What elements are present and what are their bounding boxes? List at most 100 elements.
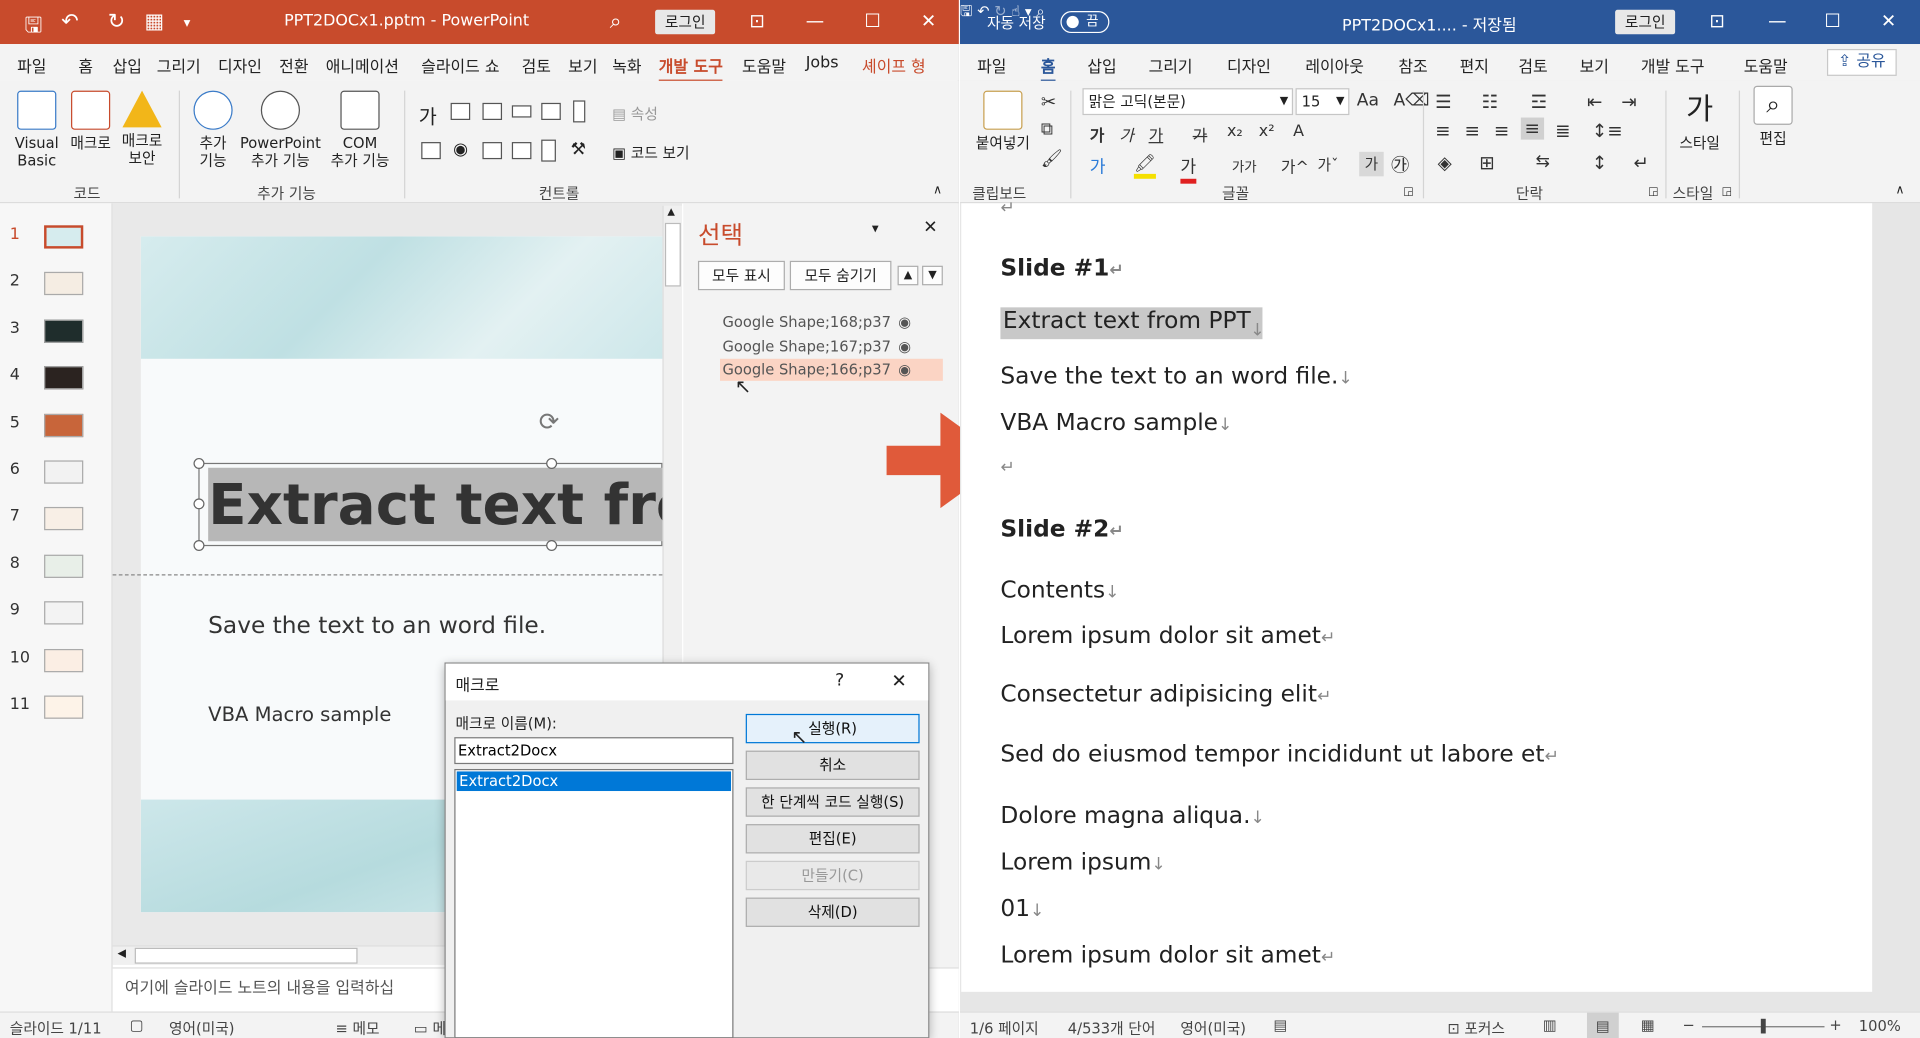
- zoom-out-icon[interactable]: −: [1682, 1016, 1694, 1033]
- properties-button[interactable]: ▤ 속성: [612, 103, 658, 124]
- change-case-icon[interactable]: Aa: [1357, 91, 1379, 111]
- format-painter-icon[interactable]: 🖌: [1041, 149, 1063, 169]
- collapse-ribbon-icon[interactable]: ∧: [1896, 184, 1905, 197]
- save-icon[interactable]: 🖫: [960, 2, 973, 19]
- decrease-indent-icon[interactable]: ⇤: [1587, 91, 1602, 113]
- tab-record[interactable]: 녹화: [612, 54, 641, 77]
- cut-icon[interactable]: ✂: [1041, 91, 1056, 113]
- step-into-button[interactable]: 한 단계씩 코드 실행(S): [745, 787, 920, 817]
- align-center-icon[interactable]: ≡: [1465, 120, 1480, 142]
- autosave-toggle[interactable]: 끔: [1060, 11, 1110, 34]
- tab-review[interactable]: 검토: [522, 54, 551, 77]
- slide-thumbnail[interactable]: [44, 507, 84, 531]
- doc-line[interactable]: VBA Macro sample↓: [1000, 409, 1232, 436]
- com-addins-button[interactable]: COM 추가 기능: [323, 90, 396, 169]
- checkbox-control-icon[interactable]: [421, 142, 441, 160]
- slide-thumbnail[interactable]: [44, 366, 84, 390]
- language-status[interactable]: 영어(미국): [169, 1018, 235, 1038]
- styles-dialog-icon[interactable]: ◲: [1722, 186, 1732, 198]
- label-control-icon[interactable]: 가: [419, 100, 437, 129]
- image-control-icon[interactable]: [541, 102, 561, 121]
- more-controls-icon[interactable]: ⚒: [571, 140, 586, 160]
- macro-security-button[interactable]: 매크로 보안: [115, 90, 169, 167]
- send-backward-icon[interactable]: ▼: [922, 265, 943, 286]
- tab-developer[interactable]: 개발 도구: [1641, 54, 1705, 77]
- align-left-icon[interactable]: ≡: [1435, 120, 1450, 142]
- tab-animations[interactable]: 애니메이션: [326, 54, 399, 77]
- highlight-icon[interactable]: 🖍: [1133, 154, 1156, 179]
- tab-help[interactable]: 도움말: [1744, 54, 1788, 77]
- eye-icon[interactable]: ◉: [898, 311, 911, 333]
- addins-button[interactable]: 추가 기능: [186, 90, 240, 169]
- pane-options-icon[interactable]: ▾: [872, 220, 879, 236]
- macro-button[interactable]: 매크로: [64, 90, 118, 152]
- button-control-icon[interactable]: [511, 105, 532, 118]
- tab-developer[interactable]: 개발 도구: [658, 54, 724, 84]
- shrink-font-icon[interactable]: 가ˇ: [1318, 154, 1339, 175]
- tab-design[interactable]: 디자인: [218, 54, 262, 77]
- eye-icon[interactable]: ◉: [898, 336, 911, 358]
- close-icon[interactable]: ✕: [891, 670, 906, 692]
- word-login-button[interactable]: 로그인: [1615, 9, 1676, 35]
- borders-icon[interactable]: ⊞: [1479, 152, 1494, 174]
- page-counter[interactable]: 1/6 페이지: [970, 1018, 1039, 1038]
- tab-view[interactable]: 보기: [568, 54, 597, 77]
- slide-thumbnail[interactable]: [44, 319, 84, 343]
- macro-list-item-selected[interactable]: Extract2Docx: [456, 771, 732, 792]
- tab-insert[interactable]: 삽입: [113, 54, 142, 77]
- maximize-icon[interactable]: ☐: [864, 10, 880, 32]
- ribbon-display-icon[interactable]: ⊡: [749, 10, 764, 32]
- enclose-char-icon[interactable]: ㉮: [1391, 152, 1409, 178]
- view-code-button[interactable]: ▣ 코드 보기: [612, 142, 689, 163]
- hide-all-button[interactable]: 모두 숨기기: [789, 260, 892, 291]
- macro-list[interactable]: Extract2Docx: [454, 768, 734, 1038]
- tab-home[interactable]: 홈: [78, 54, 93, 77]
- tab-shape-format[interactable]: 셰이프 형: [862, 54, 926, 77]
- tab-draw[interactable]: 그리기: [1149, 54, 1193, 77]
- bold-icon[interactable]: 가: [1090, 122, 1105, 145]
- spin-control-icon[interactable]: [482, 102, 503, 121]
- slide-thumbnail[interactable]: [44, 695, 84, 719]
- doc-line[interactable]: Sed do eiusmod tempor incididunt ut labo…: [1000, 741, 1558, 768]
- asian-layout-icon[interactable]: ⇆: [1536, 152, 1550, 172]
- superscript-icon[interactable]: x²: [1259, 122, 1275, 140]
- doc-line[interactable]: Consectetur adipisicing elit↵: [1000, 681, 1331, 708]
- distributed-icon[interactable]: ≣: [1555, 120, 1570, 142]
- tab-file[interactable]: 파일: [17, 54, 46, 77]
- slide-thumbnail[interactable]: [44, 648, 84, 672]
- create-button[interactable]: 만들기(C): [745, 860, 920, 891]
- scrollbar-control-icon[interactable]: [573, 100, 586, 123]
- zoom-level[interactable]: 100%: [1859, 1018, 1901, 1035]
- save-icon[interactable]: 🖫: [24, 10, 42, 46]
- zoom-in-icon[interactable]: +: [1829, 1016, 1841, 1033]
- share-button[interactable]: ⇪ 공유: [1826, 48, 1897, 76]
- scroll-up-icon[interactable]: ▲: [667, 206, 675, 217]
- tab-transitions[interactable]: 전환: [279, 54, 308, 77]
- slide-thumbnail[interactable]: [44, 272, 84, 296]
- present-icon[interactable]: ▦: [144, 10, 164, 34]
- line-spacing-icon[interactable]: ↕≡: [1592, 120, 1623, 142]
- collapse-ribbon-icon[interactable]: ∧: [933, 184, 942, 197]
- run-button[interactable]: 실행(R): [745, 713, 920, 744]
- char-shading-icon[interactable]: 가가: [1232, 157, 1257, 177]
- scroll-left-icon[interactable]: ◀: [118, 948, 126, 960]
- shape-item[interactable]: Google Shape;168;p37 ◉: [720, 311, 943, 333]
- close-icon[interactable]: ✕: [1881, 10, 1896, 32]
- minimize-icon[interactable]: —: [1768, 10, 1786, 32]
- show-all-button[interactable]: 모두 표시: [697, 260, 785, 291]
- scroll-thumb[interactable]: [664, 222, 681, 287]
- accessibility-icon[interactable]: ▢: [130, 1016, 144, 1033]
- zoom-slider-thumb[interactable]: [1760, 1018, 1766, 1034]
- comments-button[interactable]: ▭ 메: [414, 1018, 446, 1038]
- slide-text-line2[interactable]: VBA Macro sample: [208, 703, 391, 726]
- customize-icon[interactable]: ▾: [184, 15, 191, 31]
- listbox-control-icon[interactable]: [482, 142, 503, 160]
- word-counter[interactable]: 4/533개 단어: [1068, 1018, 1156, 1038]
- delete-button[interactable]: 삭제(D): [745, 897, 920, 927]
- text-effect-icon[interactable]: 가: [1090, 154, 1106, 178]
- font-name-select[interactable]: 맑은 고딕(본문) ▼: [1082, 88, 1294, 116]
- grow-font-icon[interactable]: 가^: [1281, 154, 1309, 177]
- slide-thumbnail[interactable]: [44, 225, 84, 249]
- web-layout-icon[interactable]: ▦: [1641, 1016, 1655, 1033]
- rotate-handle-icon[interactable]: ⟳: [539, 407, 560, 436]
